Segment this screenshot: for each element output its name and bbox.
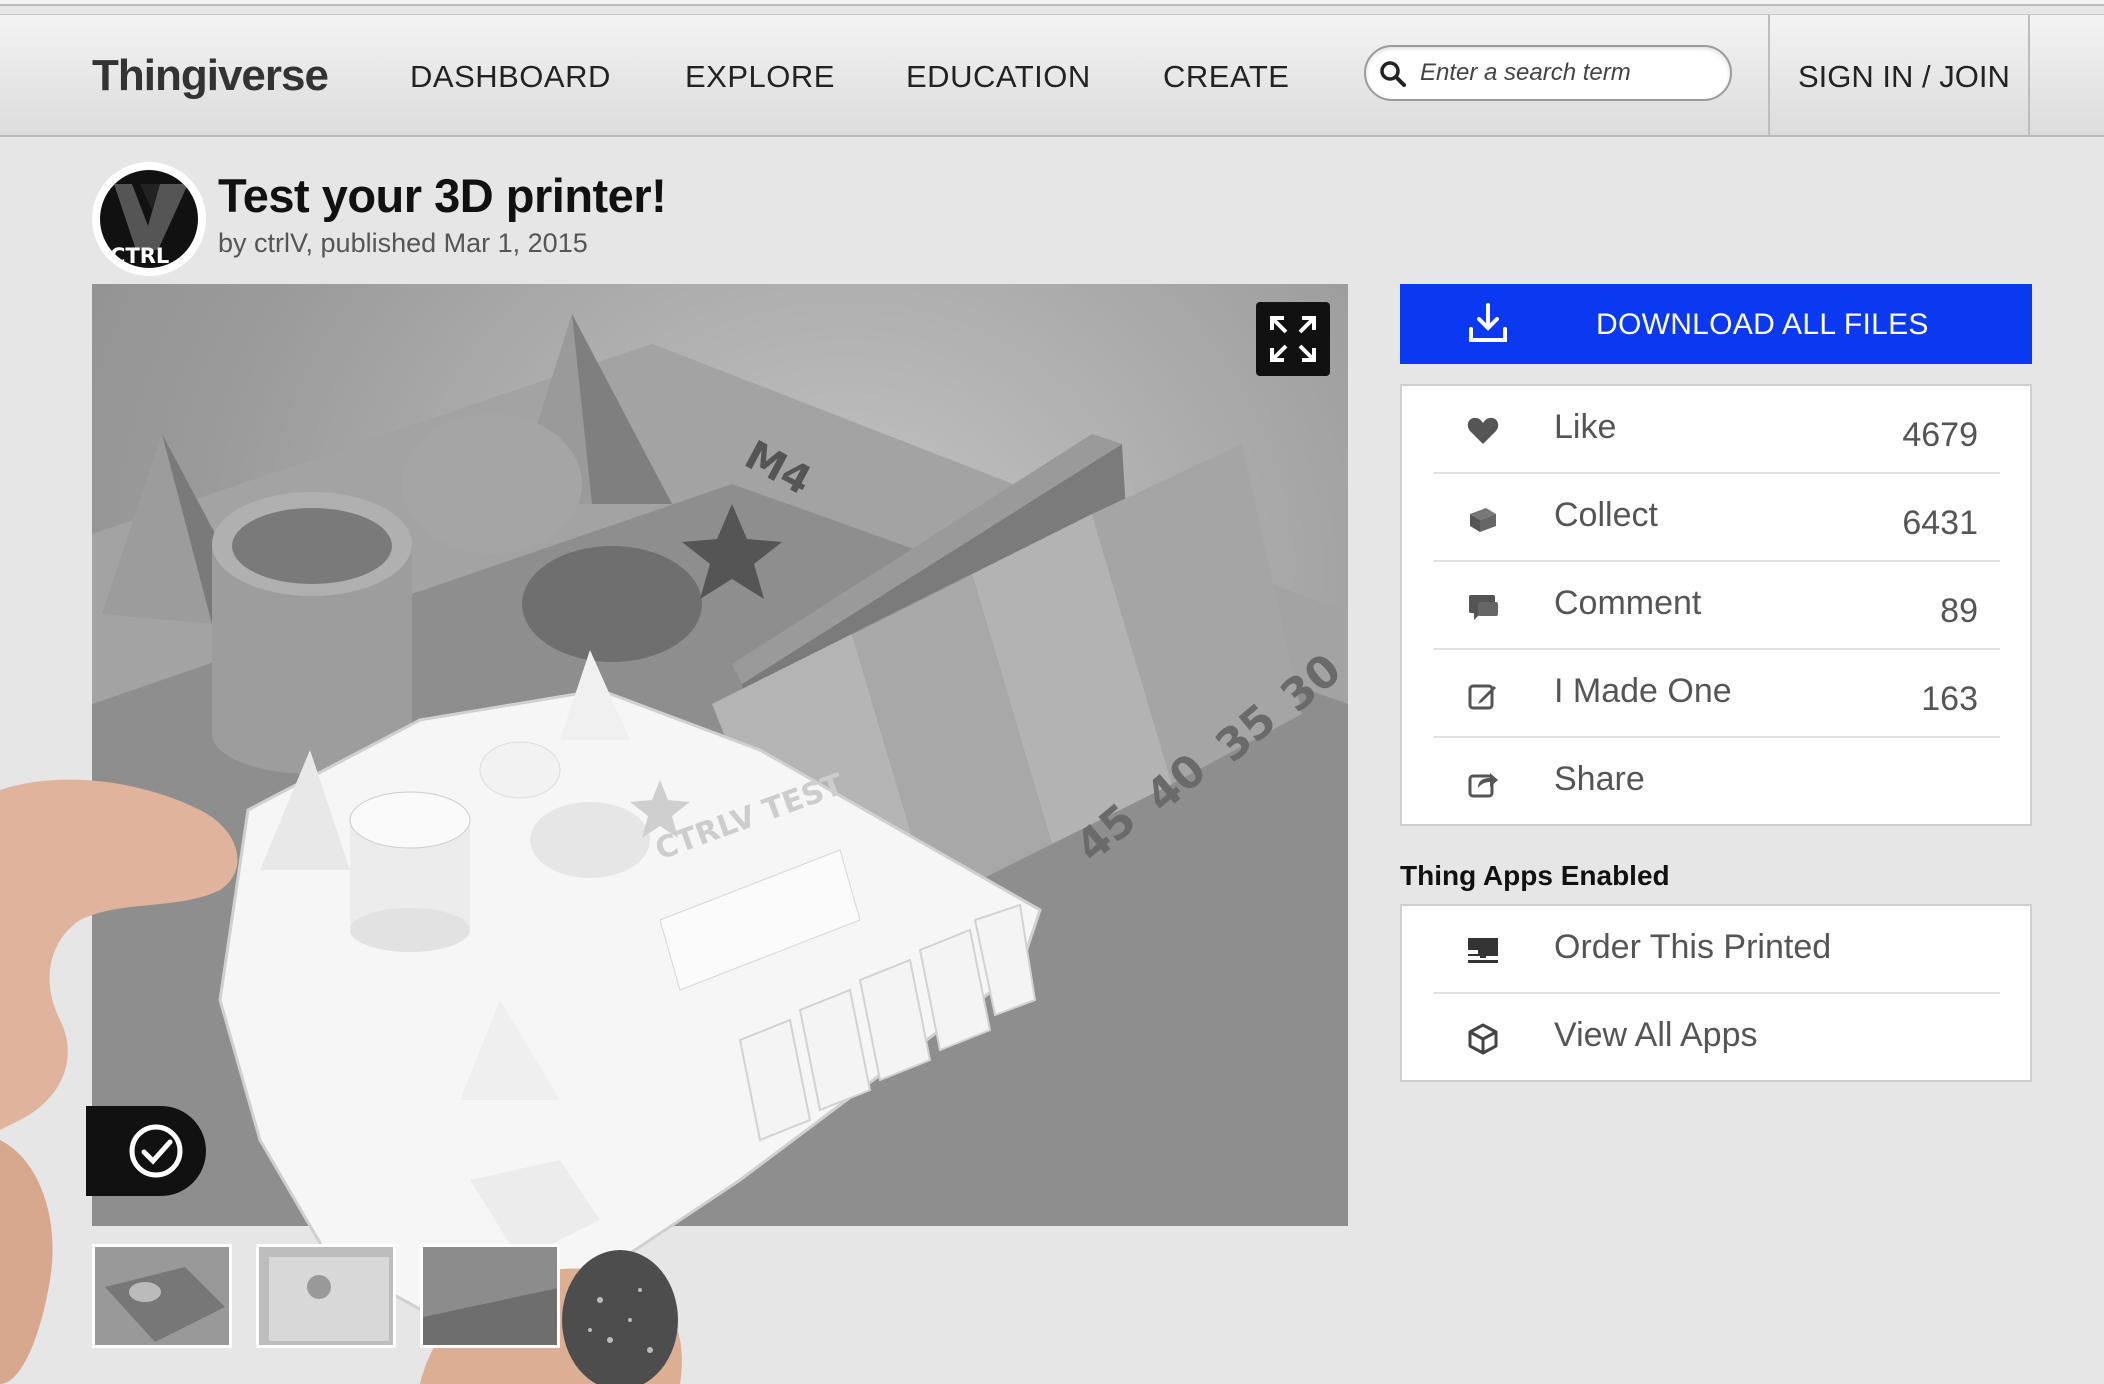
- i-made-one-row[interactable]: I Made One 163: [1434, 650, 2000, 738]
- sign-in-join-link[interactable]: SIGN IN / JOIN: [1798, 59, 2010, 95]
- avatar-label: CTRL: [110, 244, 170, 268]
- order-this-printed-label: Order This Printed: [1554, 928, 1832, 966]
- thumbnail-image[interactable]: [256, 1244, 396, 1348]
- top-border: [0, 0, 2104, 6]
- search-icon[interactable]: [1378, 59, 1408, 89]
- share-label: Share: [1554, 760, 1645, 798]
- expand-icon: [1270, 316, 1316, 362]
- comment-row[interactable]: Comment 89: [1434, 562, 2000, 650]
- nav-create[interactable]: CREATE: [1163, 59, 1289, 95]
- i-made-one-label: I Made One: [1554, 672, 1732, 710]
- comment-count: 89: [1940, 592, 1978, 630]
- thumbnail-image[interactable]: [420, 1244, 560, 1348]
- search-input[interactable]: [1420, 55, 1720, 91]
- order-this-printed-row[interactable]: Order This Printed: [1434, 906, 2000, 994]
- nav-explore[interactable]: EXPLORE: [685, 59, 835, 95]
- thumbnail-graphic: [95, 1247, 229, 1345]
- comment-label: Comment: [1554, 584, 1702, 622]
- like-label: Like: [1554, 408, 1617, 446]
- thumbnail-image[interactable]: [92, 1244, 232, 1348]
- edit-icon: [1468, 684, 1496, 710]
- i-made-one-count: 163: [1921, 680, 1978, 718]
- view-all-apps-row[interactable]: View All Apps: [1434, 994, 2000, 1082]
- printer-icon: [1468, 938, 1498, 963]
- site-logo[interactable]: Thingiverse: [92, 51, 329, 101]
- share-row[interactable]: Share: [1434, 738, 2000, 826]
- cube-icon: [1468, 1023, 1498, 1055]
- nav-divider: [1768, 15, 1770, 136]
- view-all-apps-label: View All Apps: [1554, 1016, 1758, 1054]
- thing-apps-panel: Order This Printed View All Apps: [1400, 904, 2032, 1082]
- collect-icon: [1470, 508, 1496, 532]
- collect-label: Collect: [1554, 496, 1658, 534]
- collect-count: 6431: [1902, 504, 1978, 542]
- heart-icon: [1467, 417, 1499, 444]
- creator-avatar[interactable]: CTRL: [92, 162, 206, 276]
- fullscreen-button[interactable]: [1256, 302, 1330, 376]
- search-box: [1364, 45, 1732, 101]
- thing-apps-heading: Thing Apps Enabled: [1400, 860, 1670, 891]
- comment-icon: [1469, 595, 1498, 620]
- made-it-badge[interactable]: [86, 1106, 206, 1196]
- like-count: 4679: [1902, 416, 1978, 454]
- navbar: Thingiverse DASHBOARD EXPLORE EDUCATION …: [0, 14, 2104, 137]
- thumbnail-graphic: [259, 1247, 393, 1345]
- collect-row[interactable]: Collect 6431: [1434, 474, 2000, 562]
- check-circle-icon: [129, 1124, 183, 1178]
- avatar-image: CTRL: [100, 170, 198, 268]
- nav-divider: [2028, 15, 2030, 136]
- thing-actions-panel: Like 4679 Collect 6431 Comment 89 I Made…: [1400, 384, 2032, 826]
- nav-education[interactable]: EDUCATION: [906, 59, 1091, 95]
- thing-byline[interactable]: by ctrlV, published Mar 1, 2015: [218, 228, 588, 259]
- download-icon: [1469, 303, 1507, 342]
- thumbnail-graphic: [423, 1247, 557, 1345]
- share-icon: [1468, 773, 1498, 798]
- thing-title: Test your 3D printer!: [218, 169, 667, 222]
- nav-dashboard[interactable]: DASHBOARD: [410, 59, 611, 95]
- download-all-files-button[interactable]: DOWNLOAD ALL FILES: [1400, 284, 2032, 364]
- download-label: DOWNLOAD ALL FILES: [1596, 308, 1929, 341]
- like-row[interactable]: Like 4679: [1434, 386, 2000, 474]
